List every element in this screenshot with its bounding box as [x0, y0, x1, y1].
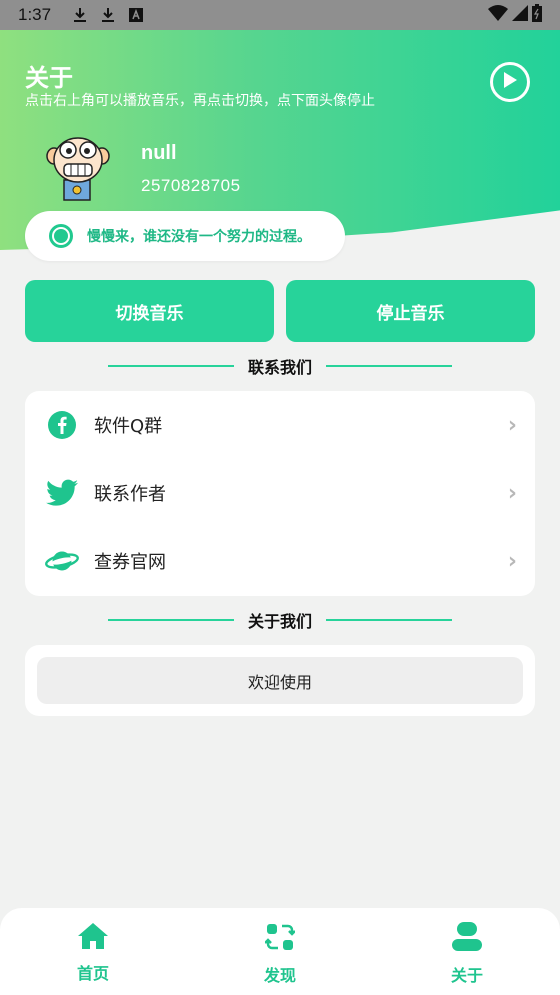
chevron-right-icon: ›: [507, 548, 517, 574]
list-item-label: 联系作者: [94, 484, 166, 505]
about-section-header: 关于我们: [108, 609, 453, 631]
download-icon: [73, 7, 87, 23]
about-section-title: 关于我们: [248, 612, 313, 631]
profile-id: 2570828705: [141, 176, 241, 195]
home-icon: [77, 922, 109, 954]
list-item-label: 查券官网: [94, 552, 166, 573]
contact-section-title: 联系我们: [248, 358, 313, 377]
signal-icon: [512, 5, 528, 25]
battery-icon: [532, 4, 542, 26]
nav-item-home[interactable]: 首页: [33, 922, 153, 988]
avatar[interactable]: [44, 134, 112, 202]
twitter-icon: [45, 476, 79, 510]
radio-dot-icon: [49, 224, 73, 248]
stop-music-button[interactable]: 停止音乐: [286, 280, 535, 342]
nav-item-label: 发现: [263, 966, 296, 985]
divider-line: [108, 619, 234, 621]
nav-item-about[interactable]: 关于: [407, 922, 527, 988]
divider-line: [326, 619, 453, 621]
list-item-label: 软件Q群: [94, 416, 163, 437]
page-title: 关于: [25, 64, 73, 92]
contact-list: 软件Q群 › 联系作者 › 查券官网 ›: [25, 391, 535, 596]
motto-text: 慢慢来，谁还没有一个努力的过程。: [87, 229, 311, 245]
switch-music-button[interactable]: 切换音乐: [25, 280, 274, 342]
planet-icon: [45, 544, 79, 578]
chevron-right-icon: ›: [507, 480, 517, 506]
list-item-coupon-site[interactable]: 查券官网 ›: [25, 527, 535, 595]
welcome-button[interactable]: 欢迎使用: [37, 657, 523, 704]
list-item-qq-group[interactable]: 软件Q群 ›: [25, 391, 535, 459]
download-icon: [101, 7, 115, 23]
about-card: 欢迎使用: [25, 645, 535, 716]
divider-line: [326, 365, 453, 367]
nav-item-label: 关于: [450, 966, 483, 985]
user-icon: [451, 922, 483, 956]
status-time: 1:37: [18, 5, 52, 24]
play-circle-icon: [502, 71, 518, 93]
profile-name: null: [141, 142, 177, 164]
page-subtitle: 点击右上角可以播放音乐，再点击切换，点下面头像停止: [25, 93, 375, 109]
facebook-icon: [45, 408, 79, 442]
list-item-contact-author[interactable]: 联系作者 ›: [25, 459, 535, 527]
bottom-nav: 首页 发现 关于: [0, 908, 560, 995]
motto-card: 慢慢来，谁还没有一个努力的过程。: [25, 211, 345, 261]
font-a-icon: [129, 8, 144, 22]
nav-item-discover[interactable]: 发现: [220, 922, 340, 988]
nav-item-label: 首页: [76, 964, 109, 983]
wifi-icon: [488, 5, 508, 25]
divider-line: [108, 365, 234, 367]
chevron-right-icon: ›: [507, 412, 517, 438]
contact-section-header: 联系我们: [108, 355, 453, 377]
discover-icon: [264, 922, 296, 956]
status-bar: 1:37: [0, 0, 560, 30]
play-music-button[interactable]: [490, 62, 530, 102]
